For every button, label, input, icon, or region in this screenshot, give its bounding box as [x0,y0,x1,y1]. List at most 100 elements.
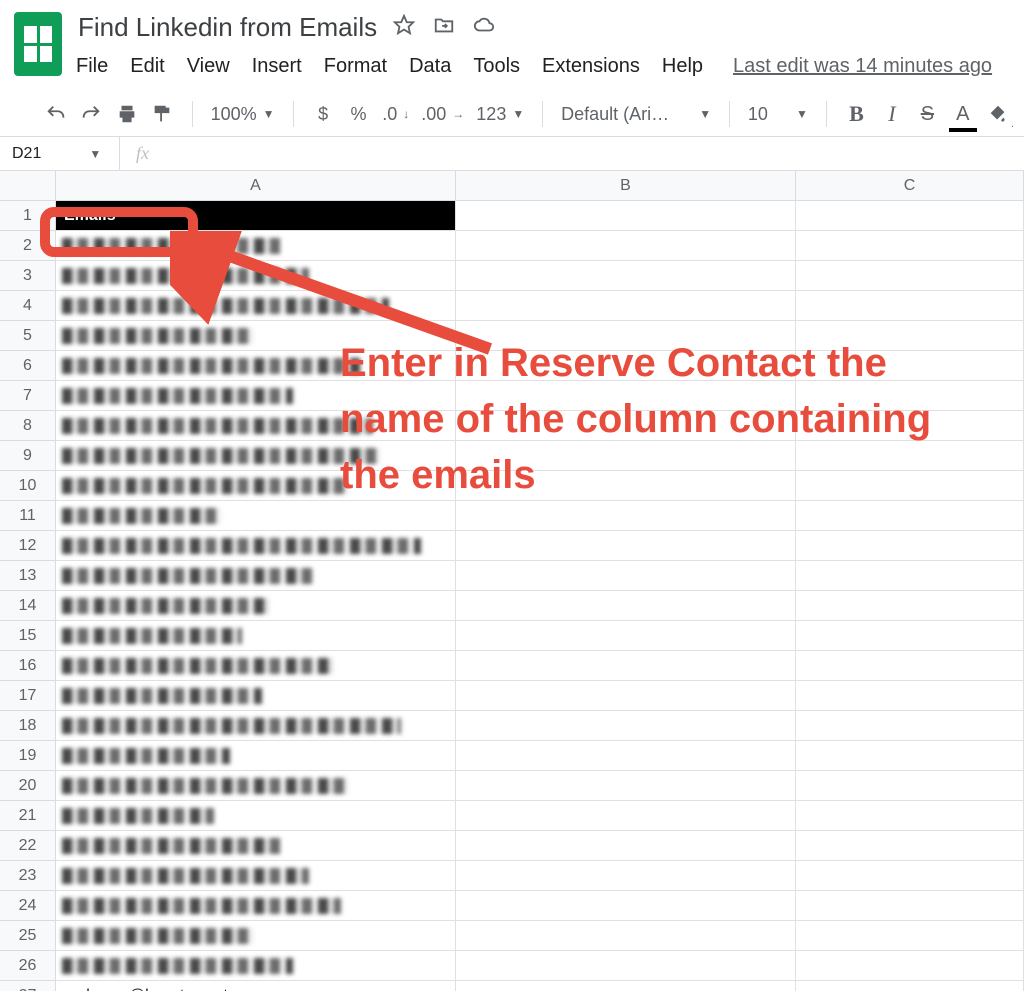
cell[interactable] [456,411,796,441]
document-title[interactable]: Find Linkedin from Emails [76,10,379,45]
cell-a1[interactable]: Emails [56,201,456,231]
cell[interactable] [796,441,1024,471]
row-header[interactable]: 2 [0,231,56,261]
cloud-status-icon[interactable] [473,14,495,41]
cell[interactable] [56,531,456,561]
increase-decimal-button[interactable]: .00→ [421,104,464,125]
cell[interactable] [456,771,796,801]
cell[interactable] [796,231,1024,261]
cell[interactable] [796,621,1024,651]
cell[interactable] [56,891,456,921]
row-header[interactable]: 13 [0,561,56,591]
cell-a27[interactable]: melmoez@havat.com.tr [56,981,456,991]
cell[interactable] [56,291,456,321]
select-all-corner[interactable] [0,171,56,201]
row-header[interactable]: 3 [0,261,56,291]
row-header[interactable]: 5 [0,321,56,351]
cell[interactable] [796,351,1024,381]
menu-insert[interactable]: Insert [252,55,302,78]
cell[interactable] [796,801,1024,831]
cell[interactable] [56,261,456,291]
spreadsheet-grid[interactable]: A B C 1 Emails 2 3 4 5 6 7 8 9 10 11 12 … [0,171,1024,991]
cell[interactable] [56,651,456,681]
cell[interactable] [456,501,796,531]
cell[interactable] [56,951,456,981]
menu-view[interactable]: View [187,55,230,78]
bold-button[interactable]: B [845,100,868,128]
last-edit-link[interactable]: Last edit was 14 minutes ago [733,55,992,78]
cell[interactable] [456,591,796,621]
cell[interactable] [456,381,796,411]
row-header[interactable]: 21 [0,801,56,831]
cell[interactable] [56,861,456,891]
cell[interactable] [456,831,796,861]
cell[interactable] [56,831,456,861]
cell[interactable] [456,711,796,741]
row-header[interactable]: 15 [0,621,56,651]
row-header[interactable]: 10 [0,471,56,501]
cell[interactable] [796,951,1024,981]
cell[interactable] [56,711,456,741]
cell[interactable] [56,471,456,501]
cell[interactable] [456,681,796,711]
cell[interactable] [796,561,1024,591]
number-format-dropdown[interactable]: 123▼ [476,104,524,125]
row-header[interactable]: 6 [0,351,56,381]
currency-format-button[interactable]: $ [311,100,334,128]
cell[interactable] [796,321,1024,351]
cell[interactable] [456,891,796,921]
column-header-a[interactable]: A [56,171,456,201]
cell[interactable] [456,741,796,771]
undo-icon[interactable] [44,100,67,128]
cell[interactable] [456,561,796,591]
paint-format-icon[interactable] [150,100,173,128]
row-header[interactable]: 24 [0,891,56,921]
cell[interactable] [796,381,1024,411]
cell[interactable] [456,621,796,651]
cell[interactable] [456,231,796,261]
row-header[interactable]: 23 [0,861,56,891]
cell[interactable] [56,591,456,621]
cell[interactable] [456,531,796,561]
cell[interactable] [796,531,1024,561]
cell[interactable] [456,261,796,291]
percent-format-button[interactable]: % [347,100,370,128]
cell[interactable] [456,801,796,831]
cell[interactable] [56,351,456,381]
row-header[interactable]: 14 [0,591,56,621]
font-size-dropdown[interactable]: 10▼ [748,104,808,125]
row-header[interactable]: 1 [0,201,56,231]
menu-edit[interactable]: Edit [130,55,164,78]
cell[interactable] [796,501,1024,531]
cell[interactable] [56,441,456,471]
column-header-c[interactable]: C [796,171,1024,201]
cell[interactable] [456,201,796,231]
cell[interactable] [456,981,796,991]
star-icon[interactable] [393,14,415,41]
print-icon[interactable] [115,100,138,128]
menu-help[interactable]: Help [662,55,703,78]
cell[interactable] [796,831,1024,861]
cell[interactable] [796,981,1024,991]
row-header[interactable]: 26 [0,951,56,981]
cell[interactable] [56,231,456,261]
row-header[interactable]: 19 [0,741,56,771]
row-header[interactable]: 8 [0,411,56,441]
cell[interactable] [796,741,1024,771]
menu-data[interactable]: Data [409,55,451,78]
cell[interactable] [456,651,796,681]
row-header[interactable]: 11 [0,501,56,531]
name-box[interactable]: D21 ▼ [0,137,120,170]
row-header[interactable]: 20 [0,771,56,801]
italic-button[interactable]: I [880,100,903,128]
cell[interactable] [796,201,1024,231]
row-header[interactable]: 9 [0,441,56,471]
menu-format[interactable]: Format [324,55,387,78]
row-header[interactable]: 16 [0,651,56,681]
font-dropdown[interactable]: Default (Ari…▼ [561,104,711,125]
cell[interactable] [796,291,1024,321]
cell[interactable] [456,471,796,501]
cell[interactable] [796,711,1024,741]
cell[interactable] [456,291,796,321]
row-header[interactable]: 4 [0,291,56,321]
